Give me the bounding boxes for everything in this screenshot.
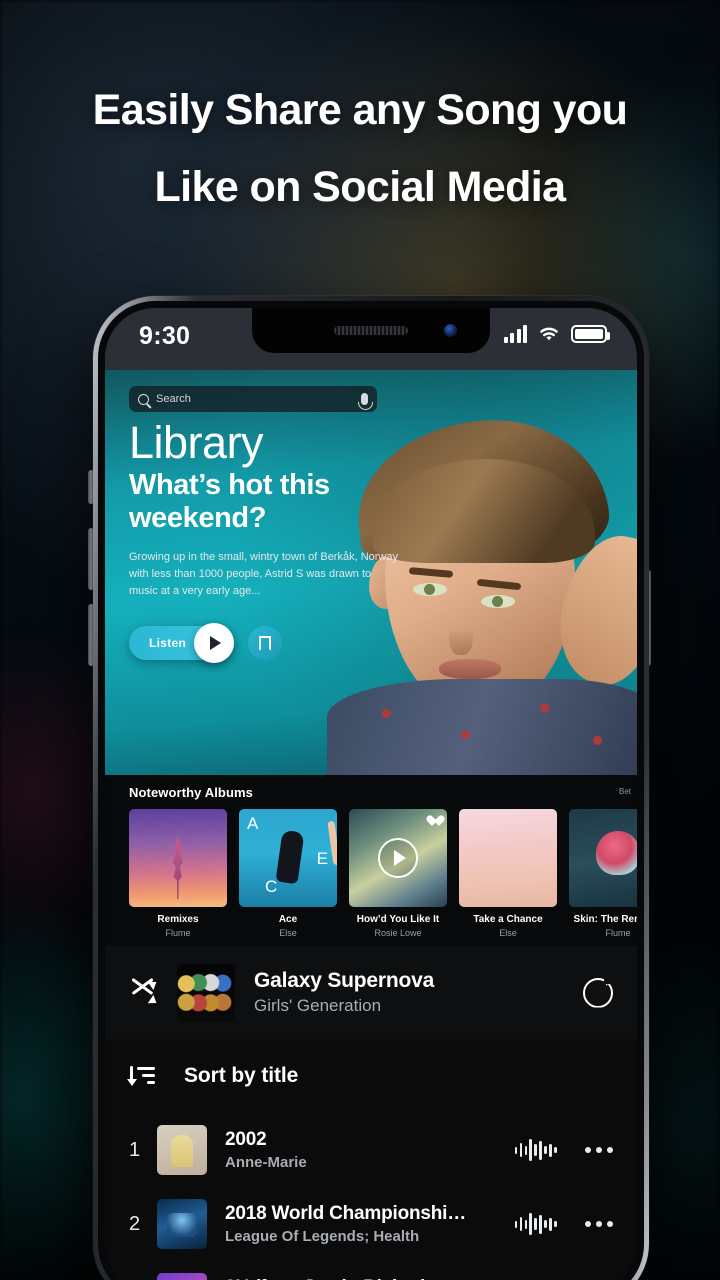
phone-notch: [252, 308, 490, 353]
album-title: Take a Chance: [473, 914, 543, 925]
search-icon: [138, 393, 149, 405]
shuffle-icon[interactable]: [129, 977, 160, 1008]
album-carousel[interactable]: Remixes Flume A E C Ace Else How’d You L…: [129, 809, 637, 938]
track-index: 2: [129, 1212, 141, 1235]
play-icon[interactable]: [194, 623, 235, 663]
hero-subtitle: What’s hot this weekend?: [129, 469, 330, 534]
album-artwork: [349, 809, 447, 907]
album-artist: Flume: [605, 928, 631, 938]
track-list: 1 2002 Anne-Marie 2 2018 World Champions…: [105, 1113, 637, 1280]
album-artist: Else: [499, 928, 517, 938]
search-input[interactable]: Search: [129, 386, 377, 412]
page-title: Easily Share any Song you Like on Social…: [0, 72, 720, 226]
phone-bezel: Search Library What’s hot this weekend? …: [98, 301, 644, 1280]
carousel-edge-label: Bet: [618, 787, 631, 796]
repeat-icon[interactable]: [583, 977, 613, 1008]
album-artwork: [569, 809, 637, 907]
cellular-bars-icon: [503, 325, 527, 343]
track-artwork: [157, 1199, 207, 1249]
noteworthy-albums-section: Bet Noteworthy Albums Remixes Flume A E …: [105, 775, 637, 946]
search-placeholder: Search: [156, 393, 191, 405]
front-camera: [444, 324, 457, 337]
phone-screen: Search Library What’s hot this weekend? …: [105, 308, 637, 1280]
now-playing-bar[interactable]: Galaxy Supernova Girls' Generation: [105, 946, 637, 1039]
now-playing-meta: Galaxy Supernova Girls' Generation: [254, 969, 583, 1016]
album-artwork: A E C: [239, 809, 337, 907]
sort-row[interactable]: Sort by title: [105, 1039, 637, 1113]
album-card[interactable]: Skin: The Remixes Flume: [569, 809, 637, 938]
track-index: 1: [129, 1138, 141, 1161]
album-title: Skin: The Remixes: [573, 914, 637, 925]
waveform-icon[interactable]: [514, 1138, 557, 1162]
library-title: Library: [129, 417, 264, 468]
album-artist: Else: [279, 928, 297, 938]
track-title: 2002: [225, 1129, 267, 1150]
track-artist: League Of Legends; Health: [225, 1228, 420, 1245]
bookmark-icon[interactable]: [248, 626, 283, 660]
headline-line-2: Like on Social Media: [154, 163, 567, 211]
listen-button-label: Listen: [149, 636, 187, 650]
album-letter-e: E: [316, 849, 328, 868]
album-card[interactable]: Remixes Flume: [129, 809, 227, 938]
track-row[interactable]: 3 2U (feat. Justin Bieber) David Guetta: [105, 1261, 637, 1280]
microphone-icon[interactable]: [358, 393, 373, 410]
phone-mockup: Search Library What’s hot this weekend? …: [93, 296, 649, 1280]
hero-actions: Listen: [129, 623, 283, 663]
more-options-icon[interactable]: [585, 1221, 613, 1227]
track-artist: Anne-Marie: [225, 1154, 307, 1171]
heart-icon[interactable]: [427, 816, 439, 827]
status-bar-clock: 9:30: [139, 322, 191, 350]
album-card[interactable]: Take a Chance Else: [459, 809, 557, 938]
sort-descending-icon[interactable]: [127, 1065, 155, 1087]
track-artwork: [157, 1273, 207, 1280]
section-title: Noteworthy Albums: [129, 785, 254, 800]
album-letter-c: C: [265, 877, 278, 896]
sort-label: Sort by title: [184, 1064, 299, 1087]
headline-line-1: Easily Share any Song you: [92, 86, 628, 134]
more-options-icon[interactable]: [585, 1147, 613, 1153]
album-card[interactable]: How’d You Like It Rosie Lowe: [349, 809, 447, 938]
album-artwork: [459, 809, 557, 907]
now-playing-title: Galaxy Supernova: [254, 969, 435, 992]
track-title: 2018 World Championshi…: [225, 1203, 467, 1224]
play-circle-icon[interactable]: [378, 838, 418, 878]
wifi-icon: [540, 327, 558, 341]
album-card[interactable]: A E C Ace Else: [239, 809, 337, 938]
battery-full-icon: [571, 325, 610, 343]
album-title: Ace: [278, 914, 298, 925]
album-letter-a: A: [247, 814, 259, 833]
album-artist: Flume: [165, 928, 191, 938]
now-playing-artist: Girls' Generation: [254, 996, 382, 1015]
track-artwork: [157, 1125, 207, 1175]
hero-text-block: Library What’s hot this weekend? Growing…: [129, 418, 419, 600]
status-bar-icons: [503, 325, 610, 343]
hero-description: Growing up in the small, wintry town of …: [129, 551, 398, 597]
album-title: How’d You Like It: [356, 914, 440, 925]
track-row[interactable]: 1 2002 Anne-Marie: [105, 1113, 637, 1187]
hero-banner: Search Library What’s hot this weekend? …: [105, 370, 637, 775]
album-artist: Rosie Lowe: [374, 928, 422, 938]
now-playing-artwork: [177, 963, 235, 1022]
earpiece-speaker: [334, 326, 408, 335]
track-row[interactable]: 2 2018 World Championshi… League Of Lege…: [105, 1187, 637, 1261]
listen-button[interactable]: Listen: [129, 623, 235, 663]
album-title: Remixes: [157, 914, 199, 925]
waveform-icon[interactable]: [514, 1212, 557, 1236]
album-artwork: [129, 809, 227, 907]
